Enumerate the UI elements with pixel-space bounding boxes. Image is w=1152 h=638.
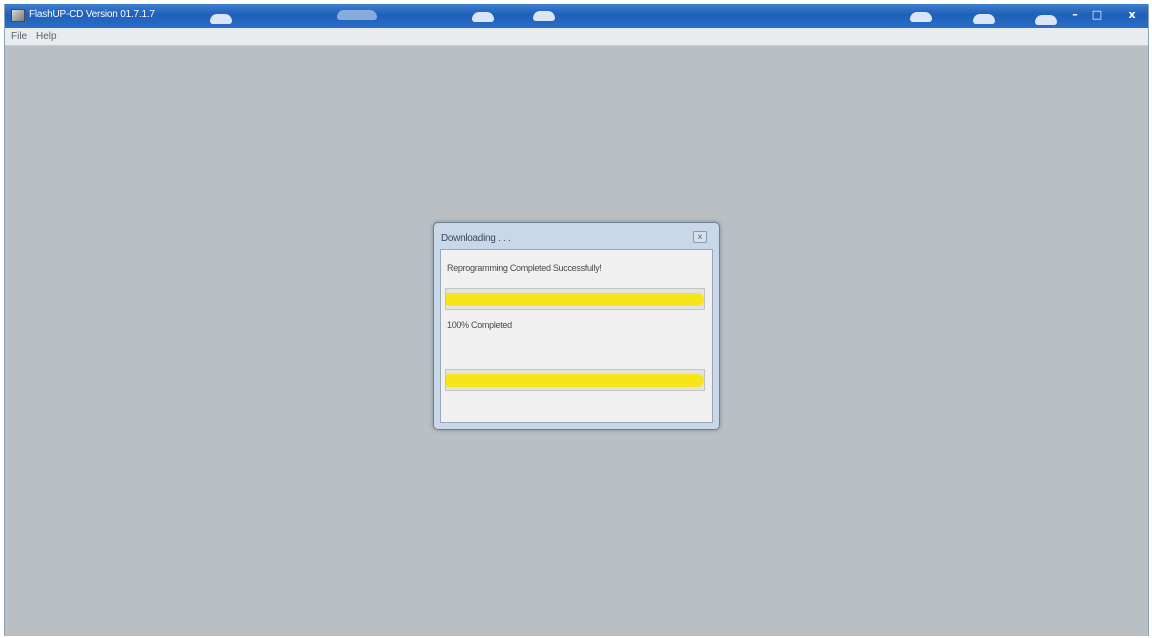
- current-progress-fill: [446, 374, 704, 387]
- wallpaper-cloud: [337, 10, 377, 20]
- menu-file[interactable]: File: [11, 31, 27, 42]
- dialog-title: Downloading . . .: [441, 233, 511, 244]
- dialog-body: Reprogramming Completed Successfully! 10…: [440, 249, 713, 423]
- percent-completed-label: 100% Completed: [447, 320, 512, 330]
- minimize-button[interactable]: –: [1068, 8, 1082, 23]
- overall-progress-bar: [445, 288, 705, 310]
- menu-help[interactable]: Help: [36, 31, 57, 42]
- current-progress-bar: [445, 369, 705, 391]
- wallpaper-cloud: [472, 12, 494, 22]
- wallpaper-cloud: [973, 14, 995, 24]
- window-title: FlashUP-CD Version 01.7.1.7: [29, 9, 155, 20]
- wallpaper-cloud: [1035, 15, 1057, 25]
- wallpaper-cloud: [910, 12, 932, 22]
- maximize-button[interactable]: □: [1090, 8, 1104, 23]
- status-message: Reprogramming Completed Successfully!: [447, 263, 602, 273]
- download-dialog: Downloading . . . x Reprogramming Comple…: [433, 222, 720, 430]
- app-icon[interactable]: [11, 9, 25, 22]
- wallpaper-cloud: [210, 14, 232, 24]
- close-button[interactable]: x: [1125, 8, 1139, 23]
- overall-progress-fill: [446, 293, 704, 306]
- menu-bar: File Help: [5, 28, 1148, 46]
- dialog-close-button[interactable]: x: [693, 231, 707, 243]
- wallpaper-cloud: [533, 11, 555, 21]
- title-bar[interactable]: FlashUP-CD Version 01.7.1.7 – □ x: [5, 4, 1148, 28]
